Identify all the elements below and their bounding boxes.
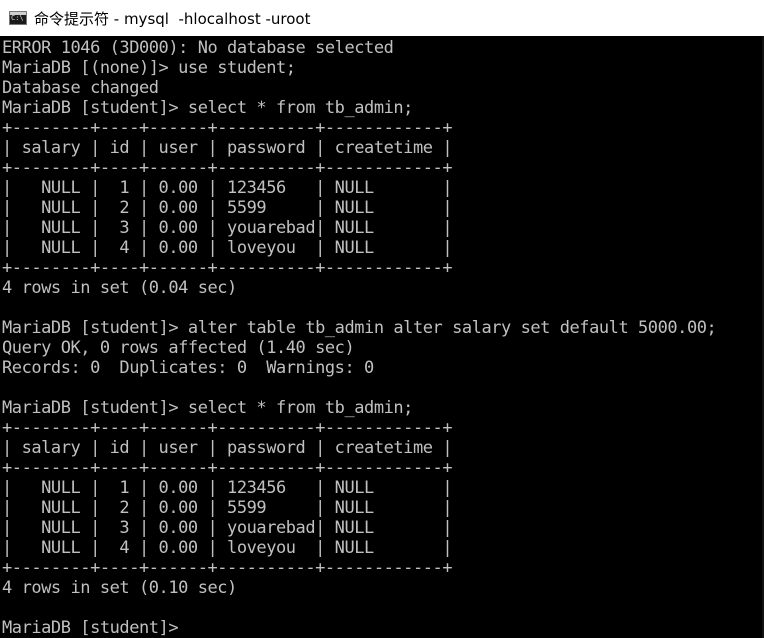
console-line: MariaDB [(none)]> use student; xyxy=(2,58,296,78)
console-line: +--------+----+------+----------+-------… xyxy=(2,418,453,438)
console-line: +--------+----+------+----------+-------… xyxy=(2,258,453,278)
console-line: | NULL | 2 | 0.00 | 5599 | NULL | xyxy=(2,198,453,218)
console-line: MariaDB [student]> select * from tb_admi… xyxy=(2,398,413,418)
console-line: MariaDB [student]> select * from tb_admi… xyxy=(2,98,413,118)
window-title: 命令提示符 - mysql -hlocalhost -uroot xyxy=(34,9,311,28)
console-line: +--------+----+------+----------+-------… xyxy=(2,558,453,578)
console-window[interactable]: 命令提示符 - mysql -hlocalhost -uroot ERROR 1… xyxy=(0,0,764,638)
console-line: | NULL | 4 | 0.00 | loveyou | NULL | xyxy=(2,238,453,258)
console-line: | salary | id | user | password | create… xyxy=(2,438,453,458)
console-line: MariaDB [student]> alter table tb_admin … xyxy=(2,318,717,338)
console-line: Database changed xyxy=(2,78,159,98)
console-line: +--------+----+------+----------+-------… xyxy=(2,118,453,138)
console-line: | NULL | 3 | 0.00 | youarebad| NULL | xyxy=(2,218,453,238)
console-line: | NULL | 1 | 0.00 | 123456 | NULL | xyxy=(2,478,453,498)
console-line: | NULL | 4 | 0.00 | loveyou | NULL | xyxy=(2,538,453,558)
title-bar[interactable]: 命令提示符 - mysql -hlocalhost -uroot xyxy=(0,0,764,36)
console-output[interactable]: ERROR 1046 (3D000): No database selected… xyxy=(2,38,762,638)
console-line: 4 rows in set (0.10 sec) xyxy=(2,578,237,598)
console-line: | NULL | 1 | 0.00 | 123456 | NULL | xyxy=(2,178,453,198)
console-line: +--------+----+------+----------+-------… xyxy=(2,158,453,178)
console-line: | NULL | 2 | 0.00 | 5599 | NULL | xyxy=(2,498,453,518)
console-line: | NULL | 3 | 0.00 | youarebad| NULL | xyxy=(2,518,453,538)
console-line: MariaDB [student]> xyxy=(2,618,179,638)
console-line: | salary | id | user | password | create… xyxy=(2,138,453,158)
console-line: +--------+----+------+----------+-------… xyxy=(2,458,453,478)
console-line: Query OK, 0 rows affected (1.40 sec) xyxy=(2,338,355,358)
console-line: Records: 0 Duplicates: 0 Warnings: 0 xyxy=(2,358,374,378)
command-prompt-icon xyxy=(9,11,27,25)
console-line: ERROR 1046 (3D000): No database selected xyxy=(2,38,394,58)
console-line: 4 rows in set (0.04 sec) xyxy=(2,278,237,298)
